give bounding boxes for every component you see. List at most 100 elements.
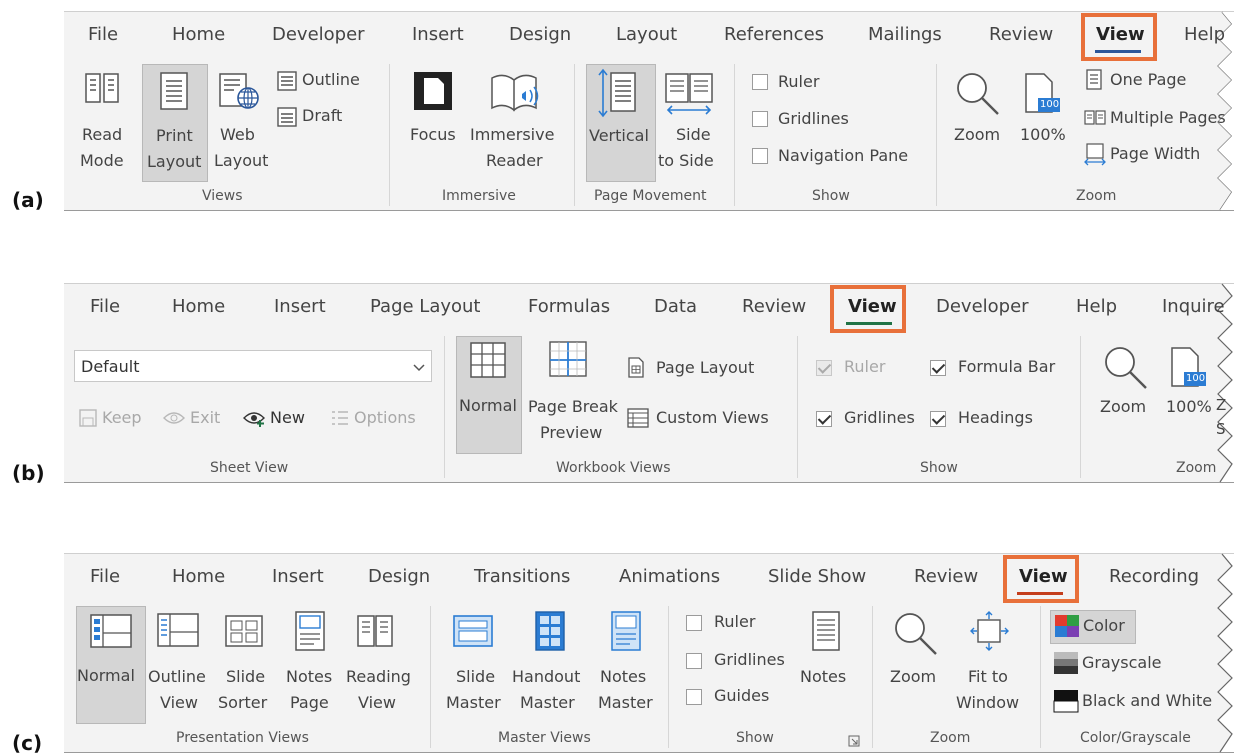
tab-inquire[interactable]: Inquire xyxy=(1162,296,1225,317)
read-mode-button[interactable]: Read Mode xyxy=(80,66,124,176)
page-layout-button[interactable]: Page Layout xyxy=(626,356,766,382)
tab-help[interactable]: Help xyxy=(1076,296,1117,317)
tab-home[interactable]: Home xyxy=(172,296,225,317)
zoom-magnifier-icon xyxy=(1105,347,1147,389)
navigation-pane-checkbox[interactable]: Navigation Pane xyxy=(750,146,930,170)
page-break-preview-button[interactable]: Page Break Preview xyxy=(524,338,620,448)
outline-button[interactable]: Outline xyxy=(276,68,376,94)
tab-review[interactable]: Review xyxy=(989,24,1053,45)
slide-sorter-button[interactable]: Slide Sorter xyxy=(214,608,274,718)
zoom-label: Zoom xyxy=(1100,397,1147,416)
gridlines-checkbox[interactable]: Gridlines xyxy=(750,109,870,133)
tab-transitions[interactable]: Transitions xyxy=(474,566,570,587)
slide-sorter-label-1: Slide xyxy=(226,667,266,686)
notes-icon xyxy=(812,611,840,651)
tab-insert[interactable]: Insert xyxy=(272,566,324,587)
headings-checkbox[interactable]: Headings xyxy=(930,407,1050,431)
vertical-icon xyxy=(598,68,636,118)
ruler-checkbox[interactable]: Ruler xyxy=(684,612,784,636)
normal-view-button[interactable]: Normal xyxy=(76,606,146,724)
zoom-magnifier-icon xyxy=(957,73,999,115)
grayscale-button[interactable]: Grayscale xyxy=(1050,650,1170,678)
tab-layout[interactable]: Layout xyxy=(616,24,677,45)
tab-insert[interactable]: Insert xyxy=(274,296,326,317)
print-layout-icon xyxy=(160,72,188,110)
tab-help[interactable]: Help xyxy=(1184,24,1225,45)
tab-developer[interactable]: Developer xyxy=(936,296,1029,317)
zoom-100-button[interactable]: 100 100% xyxy=(1016,66,1070,176)
views-group-label: Views xyxy=(202,188,243,204)
web-layout-button[interactable]: Web Layout xyxy=(214,66,270,176)
tab-design[interactable]: Design xyxy=(368,566,430,587)
ruler-label: Ruler xyxy=(844,357,886,376)
tab-insert[interactable]: Insert xyxy=(412,24,464,45)
tab-review[interactable]: Review xyxy=(914,566,978,587)
tab-formulas[interactable]: Formulas xyxy=(528,296,610,317)
zoom-100-button[interactable]: 100 100% xyxy=(1162,338,1216,448)
tab-mailings[interactable]: Mailings xyxy=(868,24,942,45)
sheet-view-value: Default xyxy=(81,357,140,376)
reading-view-button[interactable]: Reading View xyxy=(344,608,411,718)
zoom-button[interactable]: Zoom xyxy=(948,66,1008,176)
gridlines-checkbox[interactable]: Gridlines xyxy=(684,650,794,674)
tab-file[interactable]: File xyxy=(90,566,120,587)
immersive-reader-button[interactable]: Immersive Reader xyxy=(468,66,564,176)
focus-button[interactable]: Focus xyxy=(406,66,464,176)
formula-bar-checkbox[interactable]: Formula Bar xyxy=(930,356,1070,380)
sheet-view-dropdown[interactable]: Default xyxy=(74,350,432,382)
page-width-button[interactable]: Page Width xyxy=(1084,142,1224,168)
exit-button[interactable]: Exit xyxy=(162,406,232,432)
black-white-label: Black and White xyxy=(1082,691,1213,710)
black-and-white-button[interactable]: Black and White xyxy=(1050,688,1220,716)
outline-icon xyxy=(277,71,297,91)
print-layout-button[interactable]: Print Layout xyxy=(142,64,208,182)
zoom-button[interactable]: Zoom xyxy=(884,608,944,718)
normal-view-button[interactable]: Normal xyxy=(456,336,522,454)
tab-slide-show[interactable]: Slide Show xyxy=(768,566,866,587)
tab-review[interactable]: Review xyxy=(742,296,806,317)
draft-button[interactable]: Draft xyxy=(276,104,376,130)
tab-data[interactable]: Data xyxy=(654,296,697,317)
tab-references[interactable]: References xyxy=(724,24,824,45)
tab-file[interactable]: File xyxy=(88,24,118,45)
options-button[interactable]: Options xyxy=(330,406,430,432)
side-to-side-button[interactable]: Side to Side xyxy=(658,66,722,176)
notes-master-button[interactable]: Notes Master xyxy=(594,608,658,718)
ruler-checkbox[interactable]: Ruler xyxy=(816,356,916,380)
outline-view-button[interactable]: Outline View xyxy=(148,608,210,718)
keep-button[interactable]: Keep xyxy=(78,406,154,432)
tab-home[interactable]: Home xyxy=(172,566,225,587)
view-tab-highlight xyxy=(1003,555,1079,603)
dialog-launcher-icon[interactable] xyxy=(848,735,860,747)
tab-developer[interactable]: Developer xyxy=(272,24,365,45)
new-sheet-view-button[interactable]: New xyxy=(242,406,322,432)
handout-master-button[interactable]: Handout Master xyxy=(510,608,592,718)
tab-home[interactable]: Home xyxy=(172,24,225,45)
side-to-side-label-1: Side xyxy=(676,125,711,144)
new-label: New xyxy=(270,408,305,427)
zoom-100-label: 100% xyxy=(1020,125,1066,144)
custom-views-button[interactable]: Custom Views xyxy=(626,406,786,432)
ruler-checkbox[interactable]: Ruler xyxy=(750,72,870,96)
tab-design[interactable]: Design xyxy=(509,24,571,45)
one-page-button[interactable]: One Page xyxy=(1084,68,1214,94)
vertical-button[interactable]: Vertical xyxy=(586,64,656,182)
notes-button[interactable]: Notes xyxy=(798,608,854,718)
tab-file[interactable]: File xyxy=(90,296,120,317)
zoom-button[interactable]: Zoom xyxy=(1094,338,1154,448)
chevron-down-icon xyxy=(413,364,425,372)
page-layout-label: Page Layout xyxy=(656,358,755,377)
tab-page-layout[interactable]: Page Layout xyxy=(370,296,481,317)
multiple-pages-button[interactable]: Multiple Pages xyxy=(1084,106,1234,132)
slide-master-label-1: Slide xyxy=(456,667,496,686)
slide-master-button[interactable]: Slide Master xyxy=(442,608,508,718)
draft-icon xyxy=(277,107,297,127)
tab-animations[interactable]: Animations xyxy=(619,566,720,587)
gridlines-checkbox[interactable]: Gridlines xyxy=(816,407,926,431)
color-button[interactable]: Color xyxy=(1050,610,1136,644)
gridlines-check xyxy=(816,411,832,427)
fit-to-window-button[interactable]: Fit to Window xyxy=(952,608,1030,718)
notes-page-button[interactable]: Notes Page xyxy=(280,608,338,718)
tab-recording[interactable]: Recording xyxy=(1109,566,1199,587)
guides-checkbox[interactable]: Guides xyxy=(684,686,784,710)
